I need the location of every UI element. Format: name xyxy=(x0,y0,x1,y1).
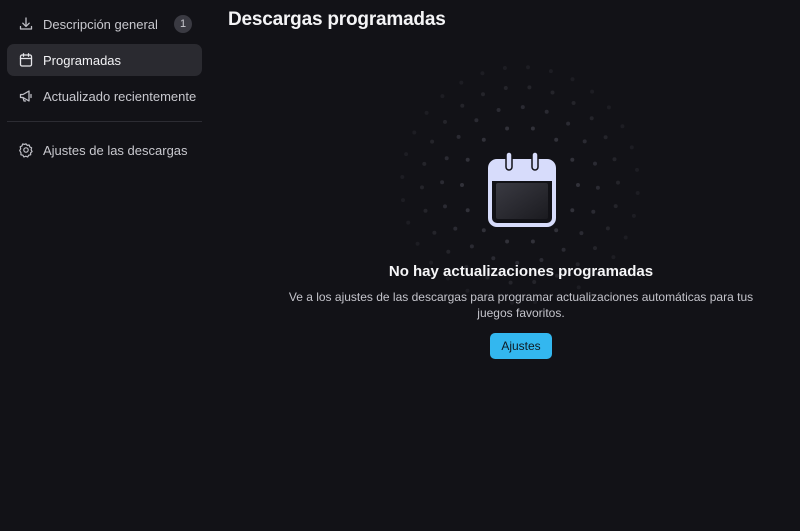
sidebar-item-scheduled[interactable]: Programadas xyxy=(7,44,202,76)
sidebar-item-label: Descripción general xyxy=(43,16,158,32)
sidebar-item-download-settings[interactable]: Ajustes de las descargas xyxy=(7,134,202,166)
sidebar-item-recently-updated[interactable]: Actualizado recientemente xyxy=(7,80,202,112)
empty-state-title: No hay actualizaciones programadas xyxy=(388,263,654,280)
megaphone-icon xyxy=(17,87,35,105)
download-icon xyxy=(17,15,35,33)
gear-icon xyxy=(17,141,35,159)
settings-button[interactable]: Ajustes xyxy=(490,333,552,359)
sidebar: Descripción general 1 Programadas Actual… xyxy=(0,0,210,531)
sidebar-item-label: Ajustes de las descargas xyxy=(43,142,188,158)
sidebar-item-label: Programadas xyxy=(43,52,122,68)
sidebar-item-overview[interactable]: Descripción general 1 xyxy=(7,8,202,40)
app-window: Descripción general 1 Programadas Actual… xyxy=(0,0,800,531)
count-badge: 1 xyxy=(174,15,192,33)
empty-state-description: Ve a los ajustes de las descargas para p… xyxy=(288,290,754,320)
sidebar-item-label: Actualizado recientemente xyxy=(43,88,197,104)
calendar-icon xyxy=(17,51,35,69)
calendar-icon xyxy=(488,151,556,227)
page-title: Descargas programadas xyxy=(228,9,446,30)
sidebar-divider xyxy=(7,121,202,122)
